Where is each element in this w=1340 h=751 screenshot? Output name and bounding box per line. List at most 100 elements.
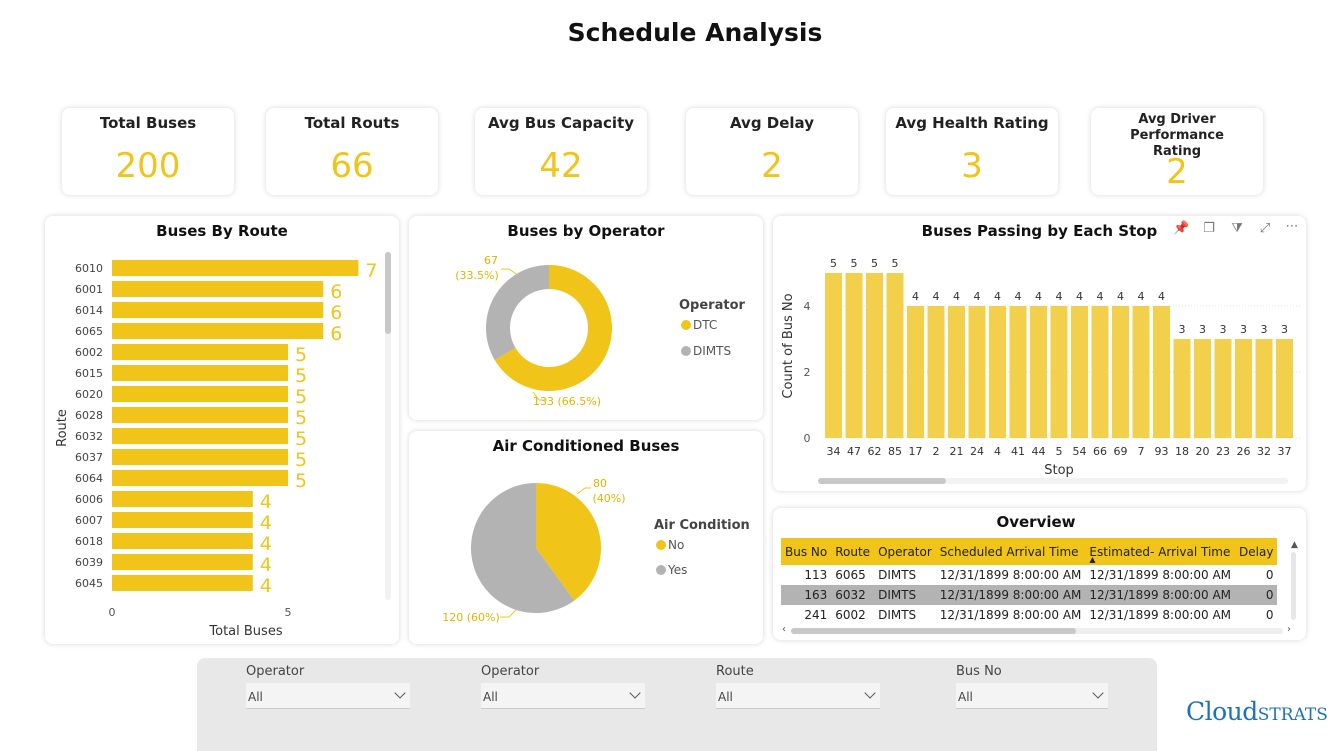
route-bar[interactable] <box>112 302 324 318</box>
table-scroll-left-icon[interactable]: ‹ <box>782 624 786 635</box>
route-bar[interactable] <box>112 344 288 360</box>
route-bar[interactable] <box>112 533 253 549</box>
table-cell: 12/31/1899 8:00:00 AM <box>1089 608 1232 622</box>
stop-bar[interactable] <box>1091 306 1109 438</box>
stop-bar[interactable] <box>1050 306 1068 438</box>
stop-x-tick: 7 <box>1138 445 1145 458</box>
route-bar-value: 6 <box>330 302 342 324</box>
stop-x-tick: 85 <box>888 445 902 458</box>
stop-bar[interactable] <box>968 306 986 438</box>
stop-bar-value: 4 <box>953 290 960 303</box>
route-bar[interactable] <box>112 512 253 528</box>
kpi-total-routes[interactable]: Total Routs 66 <box>266 108 438 195</box>
stop-bar[interactable] <box>948 306 965 438</box>
slicer-route[interactable]: Route All <box>716 664 880 709</box>
route-bar[interactable] <box>112 428 288 444</box>
slicer-dropdown[interactable]: All <box>246 683 410 709</box>
chevron-down-icon <box>394 687 406 699</box>
route-bar[interactable] <box>112 449 288 465</box>
route-bar[interactable] <box>112 554 253 570</box>
slicer-operator-1[interactable]: Operator All <box>246 664 410 709</box>
table-header-row: Bus No Route Operator Scheduled Arrival … <box>781 538 1278 565</box>
legend-label-dtc[interactable]: DTC <box>693 318 717 332</box>
slicer-label: Bus No <box>956 664 1002 679</box>
route-bar[interactable] <box>112 386 288 402</box>
stop-bar[interactable] <box>1194 339 1211 438</box>
kpi-avg-driver-performance[interactable]: Avg Driver Performance Rating 2 <box>1091 108 1263 195</box>
table-scroll-right-icon[interactable]: › <box>1287 624 1291 635</box>
stop-bar[interactable] <box>1030 306 1047 438</box>
stop-bar[interactable] <box>989 306 1006 438</box>
stop-bar-value: 5 <box>851 257 858 270</box>
slicer-bus-no[interactable]: Bus No All <box>956 664 1108 709</box>
kpi-total-buses[interactable]: Total Buses 200 <box>62 108 234 195</box>
stop-bar-value: 3 <box>1220 323 1227 336</box>
kpi-avg-health-rating[interactable]: Avg Health Rating 3 <box>886 108 1058 195</box>
column-header-sorted[interactable]: Estimated- Arrival Time ▲ <box>1085 538 1236 565</box>
table-vertical-scrollbar[interactable] <box>1291 552 1296 620</box>
stop-bar[interactable] <box>1132 306 1150 438</box>
table-row[interactable]: 163 6032 DIMTS 12/31/1899 8:00:00 AM 12/… <box>781 585 1278 605</box>
stop-bar[interactable] <box>1071 306 1088 438</box>
kpi-value: 2 <box>761 146 783 186</box>
kpi-avg-bus-capacity[interactable]: Avg Bus Capacity 42 <box>475 108 647 195</box>
route-bar[interactable] <box>112 470 288 486</box>
route-category-label: 6006 <box>75 493 103 506</box>
legend-label-yes[interactable]: Yes <box>667 563 687 577</box>
column-header[interactable]: Route <box>831 538 875 565</box>
operator-data-label-dimts-pct: (33.5%) <box>455 269 499 282</box>
stop-bar-value: 3 <box>1261 323 1268 336</box>
route-bar[interactable] <box>112 407 288 423</box>
route-bar[interactable] <box>112 281 324 297</box>
table-horizontal-scroll-thumb[interactable] <box>791 628 1076 634</box>
route-bar[interactable] <box>112 575 253 591</box>
table-scroll-up-icon[interactable]: ▲ <box>1291 540 1298 550</box>
stop-bar[interactable] <box>1235 339 1252 438</box>
overview-panel: Overview Bus No Route Operator Scheduled… <box>773 508 1306 640</box>
operator-chart-panel: Buses by Operator Operator DTC DIMTS 67 … <box>409 216 763 420</box>
route-category-label: 6014 <box>75 304 103 317</box>
stop-bar[interactable] <box>1112 306 1129 438</box>
slicer-value: All <box>718 690 733 704</box>
legend-label-dimts[interactable]: DIMTS <box>693 344 731 358</box>
slicer-dropdown[interactable]: All <box>956 683 1108 709</box>
stop-bar[interactable] <box>1255 339 1273 438</box>
slicer-dropdown[interactable]: All <box>716 683 880 709</box>
table-row[interactable]: 241 6002 DIMTS 12/31/1899 8:00:00 AM 12/… <box>781 605 1277 625</box>
ac-legend-title: Air Condition <box>654 518 750 533</box>
stop-bar[interactable] <box>907 306 924 438</box>
route-x-tick: 0 <box>109 606 116 619</box>
kpi-avg-delay[interactable]: Avg Delay 2 <box>686 108 858 195</box>
route-bar[interactable] <box>112 260 359 276</box>
stop-bar-value: 5 <box>830 257 837 270</box>
stop-bar[interactable] <box>1009 306 1027 438</box>
table-row[interactable]: 113 6065 DIMTS 12/31/1899 8:00:00 AM 12/… <box>781 565 1277 585</box>
route-bar[interactable] <box>112 365 288 381</box>
table-cell: 113 <box>804 568 828 582</box>
column-header[interactable]: Delay <box>1235 538 1278 565</box>
table-horizontal-scrollbar[interactable] <box>791 628 1283 634</box>
stop-bar[interactable] <box>1214 339 1232 438</box>
stop-bar[interactable] <box>845 273 863 438</box>
stop-bar[interactable] <box>886 273 904 438</box>
stop-bar[interactable] <box>1173 339 1191 438</box>
column-header[interactable]: Operator <box>874 538 936 565</box>
route-category-label: 6039 <box>75 556 103 569</box>
stop-bar[interactable] <box>825 273 842 438</box>
route-scrollbar-thumb[interactable] <box>385 252 391 334</box>
route-bar[interactable] <box>112 323 324 339</box>
stop-bar[interactable] <box>866 273 883 438</box>
stop-bar[interactable] <box>927 306 945 438</box>
column-header[interactable]: Bus No <box>781 538 832 565</box>
kpi-value: 66 <box>330 146 374 186</box>
stop-x-tick: 37 <box>1278 445 1292 458</box>
slicer-dropdown[interactable]: All <box>481 683 645 709</box>
slicer-operator-2[interactable]: Operator All <box>481 664 645 709</box>
route-bar[interactable] <box>112 491 253 507</box>
stop-scrollbar-thumb[interactable] <box>818 478 946 484</box>
legend-label-no[interactable]: No <box>668 538 684 552</box>
stop-bar[interactable] <box>1276 339 1293 438</box>
stop-bar[interactable] <box>1153 306 1170 438</box>
column-header[interactable]: Scheduled Arrival Time <box>935 538 1086 565</box>
stop-x-tick: 93 <box>1155 445 1169 458</box>
